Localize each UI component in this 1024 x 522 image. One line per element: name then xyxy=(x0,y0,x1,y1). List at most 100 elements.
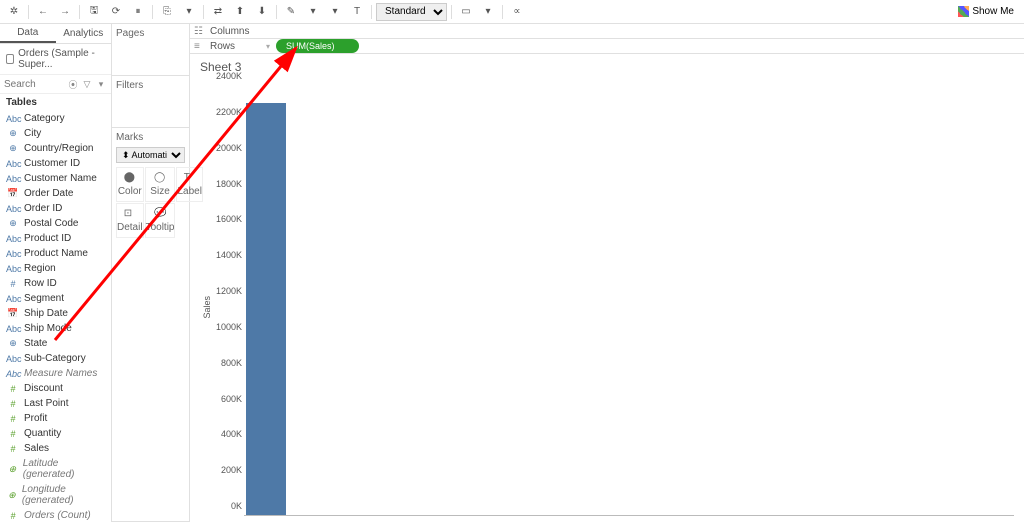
tab-data[interactable]: Data xyxy=(0,24,56,43)
field-ship-mode[interactable]: AbcShip Mode xyxy=(0,321,111,336)
field-label: Postal Code xyxy=(24,218,78,229)
field-label: Segment xyxy=(24,293,64,304)
field-label: State xyxy=(24,338,47,349)
forward-icon[interactable]: → xyxy=(55,3,75,21)
group-icon[interactable]: ▾ xyxy=(303,3,323,21)
new-worksheet-icon[interactable]: ⎘ xyxy=(157,3,177,21)
mark-color[interactable]: ⬤Color xyxy=(116,167,144,202)
field-type-icon: # xyxy=(6,429,20,439)
field-label: Sub-Category xyxy=(24,353,86,364)
mark-detail[interactable]: ⊡Detail xyxy=(116,203,144,238)
field-order-date[interactable]: 📅Order Date xyxy=(0,186,111,201)
field-profit[interactable]: #Profit xyxy=(0,411,111,426)
pause-icon[interactable]: ⏸ xyxy=(128,3,148,21)
field-state[interactable]: ⊕ State xyxy=(0,336,111,351)
field-row-id[interactable]: #Row ID xyxy=(0,276,111,291)
search-input[interactable] xyxy=(4,79,65,90)
filter-icon[interactable]: ⦿ xyxy=(67,78,79,90)
field-label: Category xyxy=(24,113,65,124)
field-label: Sales xyxy=(24,443,49,454)
field-segment[interactable]: AbcSegment xyxy=(0,291,111,306)
field-sales[interactable]: #Sales xyxy=(0,441,111,456)
field-type-icon: Abc xyxy=(6,264,20,274)
y-tick: 1800K xyxy=(216,179,242,189)
field-type-icon: # xyxy=(6,414,20,424)
field-measure-names[interactable]: AbcMeasure Names xyxy=(0,366,111,381)
field-label: Discount xyxy=(24,383,63,394)
data-source-item[interactable]: Orders (Sample - Super... xyxy=(0,44,111,75)
tableau-logo-icon[interactable]: ✲ xyxy=(4,3,24,21)
field-category[interactable]: AbcCategory xyxy=(0,111,111,126)
mark-size[interactable]: ◯Size xyxy=(145,167,176,202)
new-datasource-icon[interactable]: ⟳ xyxy=(106,3,126,21)
filters-shelf[interactable] xyxy=(116,95,185,123)
sheet-title[interactable]: Sheet 3 xyxy=(200,60,1014,74)
find-icon[interactable]: ▽ xyxy=(81,78,93,90)
duplicate-icon[interactable]: ▾ xyxy=(179,3,199,21)
field-last-point[interactable]: #Last Point xyxy=(0,396,111,411)
y-axis-label: Sales xyxy=(202,296,212,319)
rows-shelf[interactable]: SUM(Sales) xyxy=(276,39,1020,53)
pages-shelf[interactable] xyxy=(116,43,185,71)
field-customer-name[interactable]: AbcCustomer Name xyxy=(0,171,111,186)
marks-type-select[interactable]: ⬍ Automatic xyxy=(116,147,185,163)
labels-icon[interactable]: T xyxy=(347,3,367,21)
field-city[interactable]: ⊕City xyxy=(0,126,111,141)
highlight-icon[interactable]: ✎ xyxy=(281,3,301,21)
totals-icon[interactable]: ▾ xyxy=(325,3,345,21)
marks-shelf-label: Marks xyxy=(116,132,185,143)
field-latitude-generated-[interactable]: ⊕Latitude (generated) xyxy=(0,456,111,482)
mark-tooltip[interactable]: 💬Tooltip xyxy=(145,203,176,238)
field-label: Customer Name xyxy=(24,173,97,184)
field-quantity[interactable]: #Quantity xyxy=(0,426,111,441)
present-dropdown-icon[interactable]: ▾ xyxy=(478,3,498,21)
menu-icon[interactable]: ▾ xyxy=(95,78,107,90)
field-order-id[interactable]: AbcOrder ID xyxy=(0,201,111,216)
y-tick: 0K xyxy=(231,501,242,511)
rows-icon: ≡ xyxy=(194,41,204,52)
field-product-name[interactable]: AbcProduct Name xyxy=(0,246,111,261)
field-type-icon: ⊕ xyxy=(6,143,20,154)
save-icon[interactable]: 🖫 xyxy=(84,3,104,21)
row-pill-sum-sales[interactable]: SUM(Sales) xyxy=(276,39,359,53)
field-label: Longitude (generated) xyxy=(22,484,105,506)
field-orders-count-[interactable]: #Orders (Count) xyxy=(0,508,111,522)
datasource-icon xyxy=(6,54,14,64)
field-postal-code[interactable]: ⊕Postal Code xyxy=(0,216,111,231)
field-type-icon: ⊕ xyxy=(6,338,20,349)
field-product-id[interactable]: AbcProduct ID xyxy=(0,231,111,246)
field-customer-id[interactable]: AbcCustomer ID xyxy=(0,156,111,171)
chart-view[interactable]: Sales 0K200K400K600K800K1000K1200K1400K1… xyxy=(200,76,1014,516)
field-label: Ship Mode xyxy=(24,323,72,334)
sort-asc-icon[interactable]: ⬆ xyxy=(230,3,250,21)
field-label: Ship Date xyxy=(24,308,68,319)
field-country-region[interactable]: ⊕Country/Region xyxy=(0,141,111,156)
field-region[interactable]: AbcRegion xyxy=(0,261,111,276)
fit-select[interactable]: Standard xyxy=(376,3,447,21)
sort-desc-icon[interactable]: ⬇ xyxy=(252,3,272,21)
tab-analytics[interactable]: Analytics xyxy=(56,24,112,43)
top-toolbar: ✲ ← → 🖫 ⟳ ⏸ ⎘ ▾ ⇄ ⬆ ⬇ ✎ ▾ ▾ T Standard ▭… xyxy=(0,0,1024,24)
field-label: Product Name xyxy=(24,248,88,259)
field-discount[interactable]: #Discount xyxy=(0,381,111,396)
bar-mark[interactable] xyxy=(246,103,286,515)
present-icon[interactable]: ▭ xyxy=(456,3,476,21)
field-type-icon: 📅 xyxy=(6,308,20,319)
back-icon[interactable]: ← xyxy=(33,3,53,21)
field-sub-category[interactable]: AbcSub-Category xyxy=(0,351,111,366)
show-me-button[interactable]: Show Me xyxy=(952,4,1020,19)
field-label: Last Point xyxy=(24,398,68,409)
field-ship-date[interactable]: 📅 Ship Date xyxy=(0,306,111,321)
columns-shelf[interactable] xyxy=(266,24,1020,38)
field-label: Product ID xyxy=(24,233,71,244)
field-label: Orders (Count) xyxy=(24,510,91,521)
columns-icon: ☷ xyxy=(194,26,204,37)
rows-dropdown-icon[interactable]: ▾ xyxy=(266,42,270,51)
share-icon[interactable]: ∝ xyxy=(507,3,527,21)
field-type-icon: Abc xyxy=(6,369,20,379)
field-longitude-generated-[interactable]: ⊕Longitude (generated) xyxy=(0,482,111,508)
swap-icon[interactable]: ⇄ xyxy=(208,3,228,21)
field-type-icon: ⊕ xyxy=(6,128,20,139)
tooltip-icon: 💬 xyxy=(154,208,166,220)
detail-icon: ⊡ xyxy=(124,208,136,220)
